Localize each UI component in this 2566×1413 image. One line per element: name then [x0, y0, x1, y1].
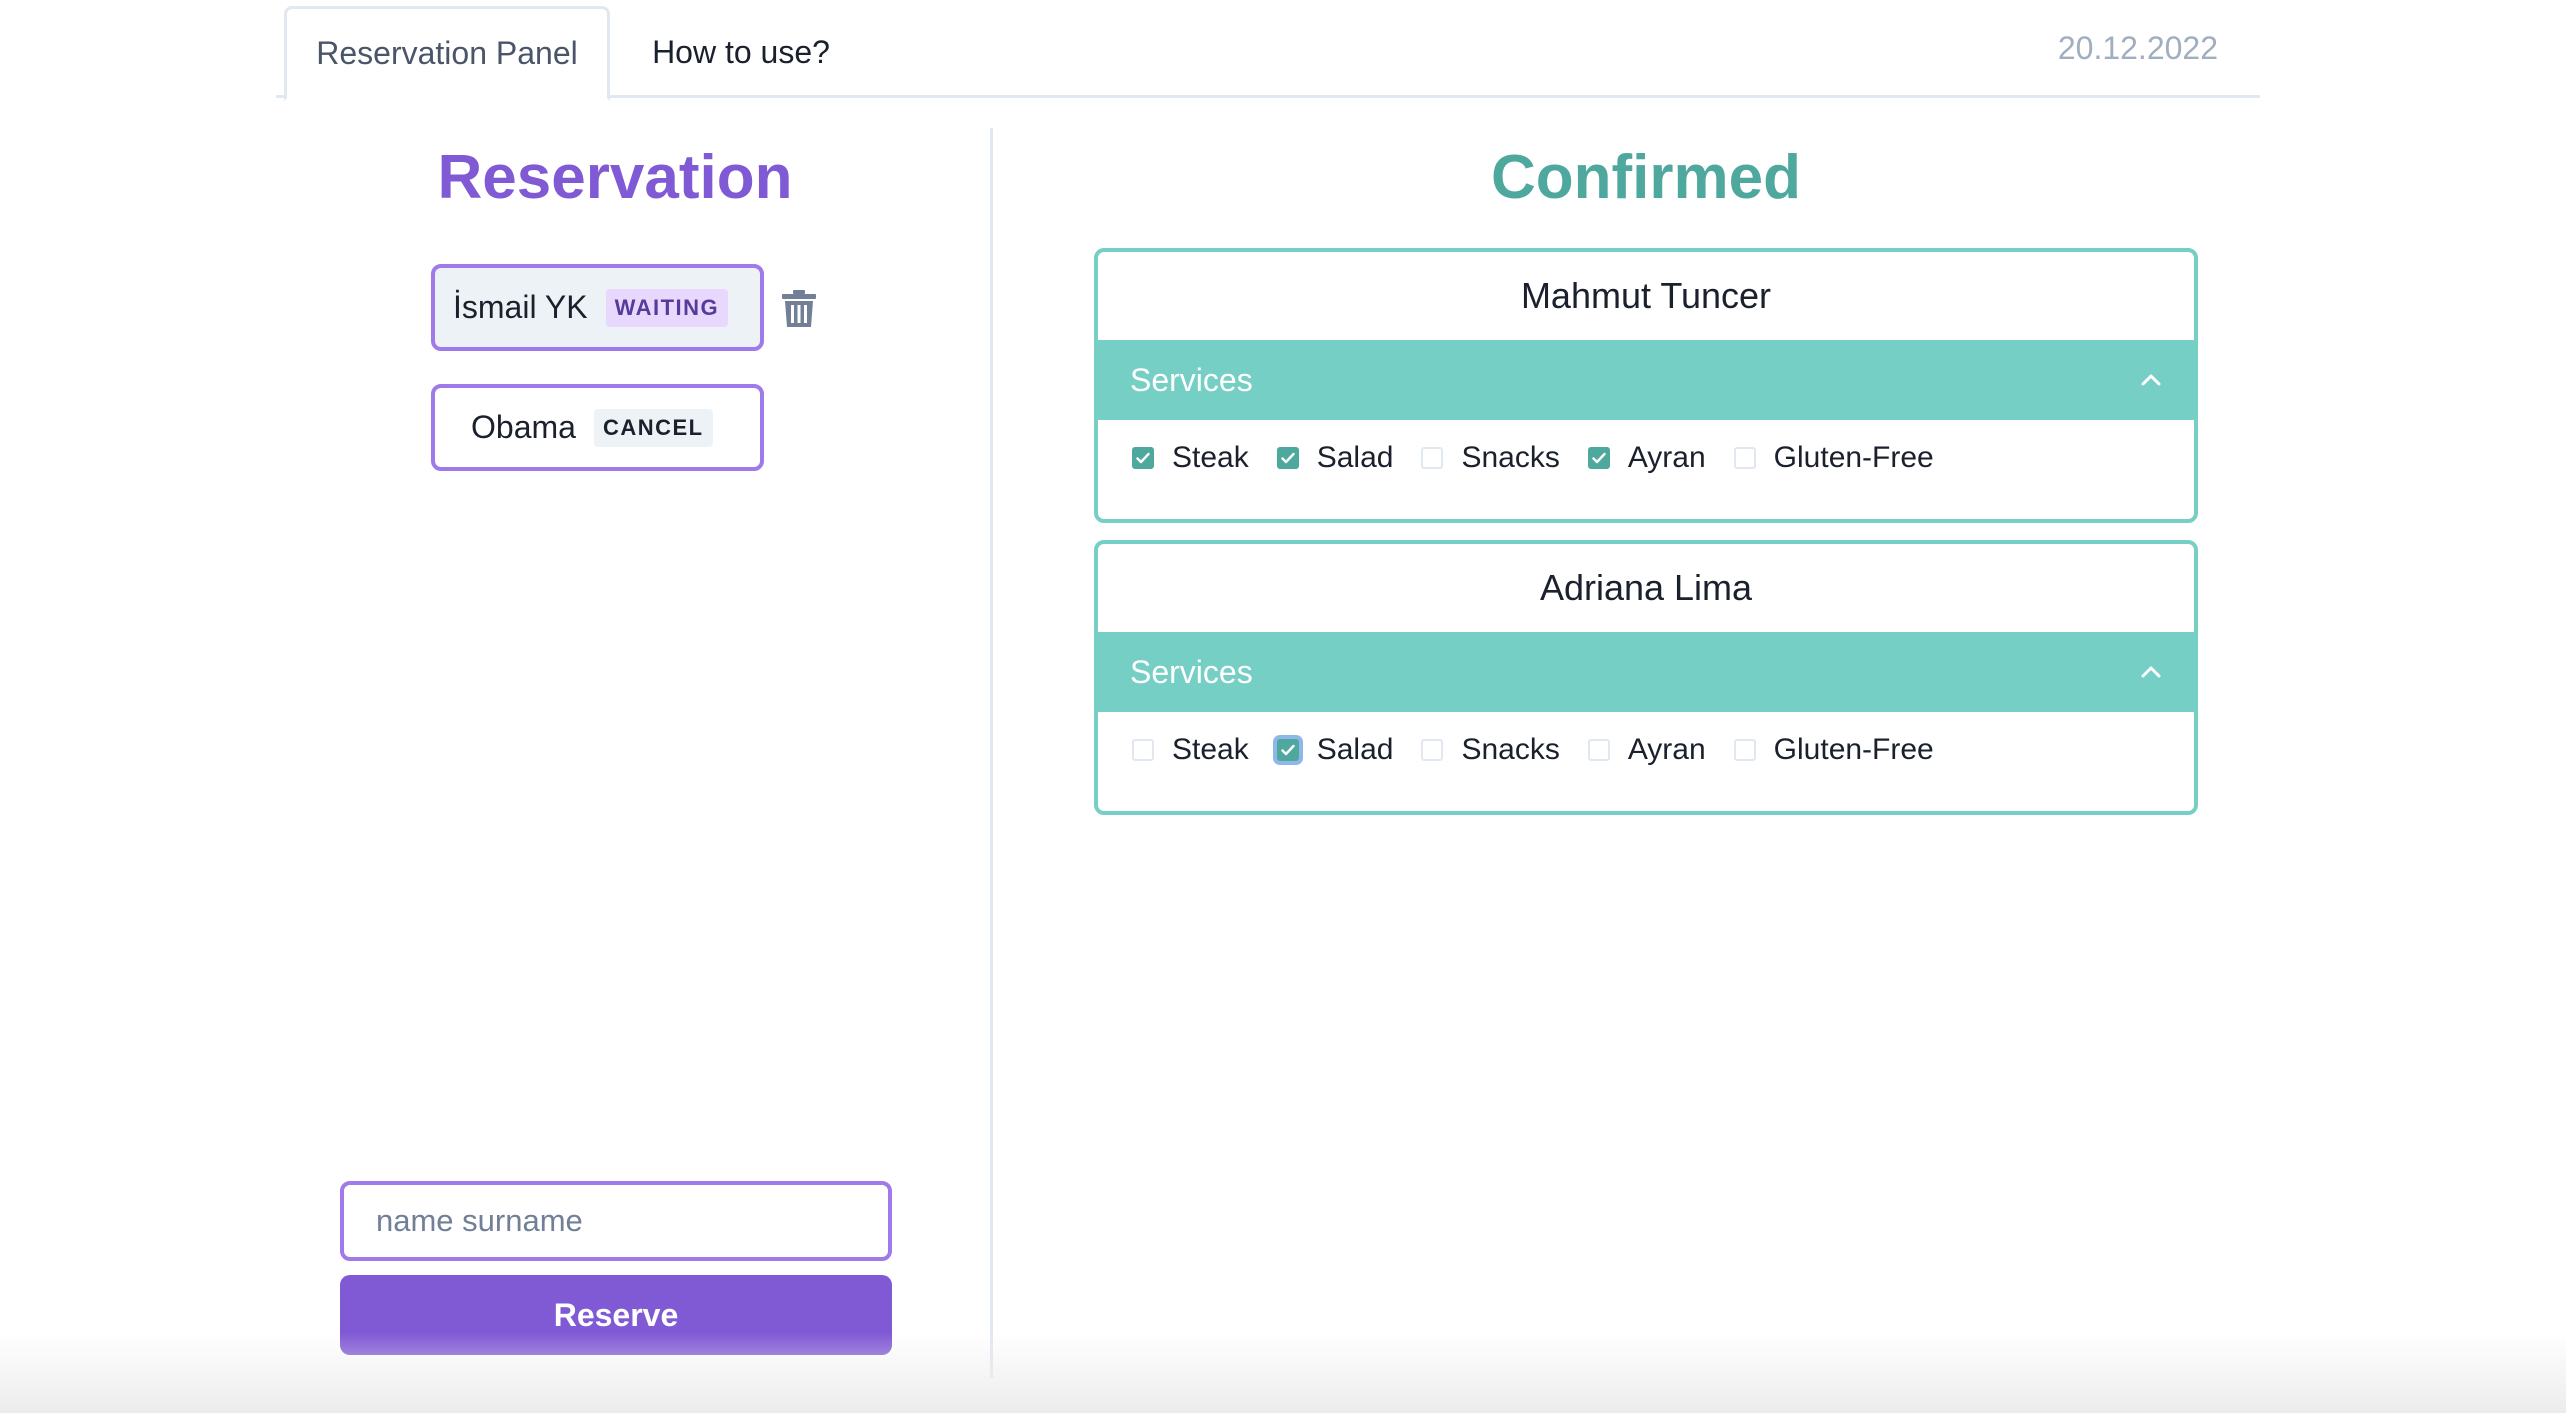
option-label: Salad — [1316, 441, 1394, 474]
service-option-gluten-free[interactable]: Gluten-Free — [1733, 441, 1934, 475]
check-icon — [1281, 452, 1295, 464]
checkbox[interactable] — [1276, 739, 1299, 761]
checkbox[interactable] — [1132, 447, 1154, 469]
guest-name: Mahmut Tuncer — [1520, 275, 1772, 316]
confirmed-title: Confirmed — [1491, 143, 1801, 212]
tab-bar: Reservation Panel How to use? 20.12.2022 — [276, 0, 2260, 101]
option-label: Snacks — [1461, 733, 1560, 766]
option-label: Steak — [1172, 733, 1249, 766]
tab-how-to-use[interactable]: How to use? — [616, 6, 866, 98]
reservation-item[interactable]: İsmail YK WAITING — [431, 264, 764, 351]
current-date: 20.12.2022 — [2057, 30, 2218, 66]
service-option-gluten-free[interactable]: Gluten-Free — [1733, 733, 1934, 767]
service-option-steak[interactable]: Steak — [1132, 441, 1249, 475]
services-accordion-header[interactable]: Services — [1098, 340, 2194, 420]
checkbox[interactable] — [1276, 447, 1299, 469]
column-divider — [990, 128, 993, 1378]
check-icon — [1592, 452, 1606, 464]
name-surname-input[interactable] — [340, 1181, 892, 1261]
tab-reservation-panel[interactable]: Reservation Panel — [284, 6, 610, 101]
checkbox[interactable] — [1421, 447, 1444, 469]
confirmed-card: Adriana Lima Services Steak Salad Snacks… — [1094, 540, 2198, 815]
checkbox[interactable] — [1733, 447, 1756, 469]
bottom-shadow — [0, 1333, 2566, 1413]
page: Reservation Panel How to use? 20.12.2022… — [0, 0, 2566, 1413]
service-option-salad[interactable]: Salad — [1276, 733, 1394, 767]
confirmed-card: Mahmut Tuncer Services Steak Salad Snack… — [1094, 248, 2198, 523]
reservation-name: Obama — [471, 409, 576, 445]
option-label: Steak — [1172, 441, 1249, 474]
status-badge: WAITING — [605, 288, 729, 327]
checkbox[interactable] — [1132, 739, 1154, 761]
services-options: Steak Salad Snacks Ayran Gluten-Free — [1098, 712, 2194, 788]
service-option-snacks[interactable]: Snacks — [1421, 733, 1560, 767]
service-option-salad[interactable]: Salad — [1276, 441, 1394, 475]
checkbox[interactable] — [1733, 739, 1756, 761]
checkbox[interactable] — [1421, 739, 1444, 761]
services-options: Steak Salad Snacks Ayran Gluten-Free — [1098, 420, 2194, 496]
check-icon — [1281, 744, 1295, 756]
services-label: Services — [1130, 361, 1253, 398]
checkbox[interactable] — [1587, 447, 1610, 469]
reservation-item[interactable]: Obama CANCEL — [431, 384, 764, 471]
checkbox[interactable] — [1587, 739, 1610, 761]
chevron-up-icon — [2141, 374, 2161, 386]
service-option-ayran[interactable]: Ayran — [1587, 733, 1706, 767]
option-label: Gluten-Free — [1773, 733, 1934, 766]
status-badge: CANCEL — [593, 408, 713, 447]
check-icon — [1136, 452, 1150, 464]
option-label: Salad — [1316, 733, 1394, 766]
option-label: Snacks — [1461, 441, 1560, 474]
service-option-snacks[interactable]: Snacks — [1421, 441, 1560, 475]
service-option-ayran[interactable]: Ayran — [1587, 441, 1706, 475]
reservation-name: İsmail YK — [453, 289, 588, 325]
reservation-title: Reservation — [437, 143, 793, 212]
chevron-up-icon — [2141, 666, 2161, 678]
services-accordion-header[interactable]: Services — [1098, 632, 2194, 712]
option-label: Ayran — [1627, 441, 1706, 474]
guest-name: Adriana Lima — [1539, 567, 1753, 608]
services-label: Services — [1130, 653, 1253, 690]
service-option-steak[interactable]: Steak — [1132, 733, 1249, 767]
trash-icon[interactable] — [782, 290, 816, 328]
option-label: Ayran — [1627, 733, 1706, 766]
option-label: Gluten-Free — [1773, 441, 1934, 474]
